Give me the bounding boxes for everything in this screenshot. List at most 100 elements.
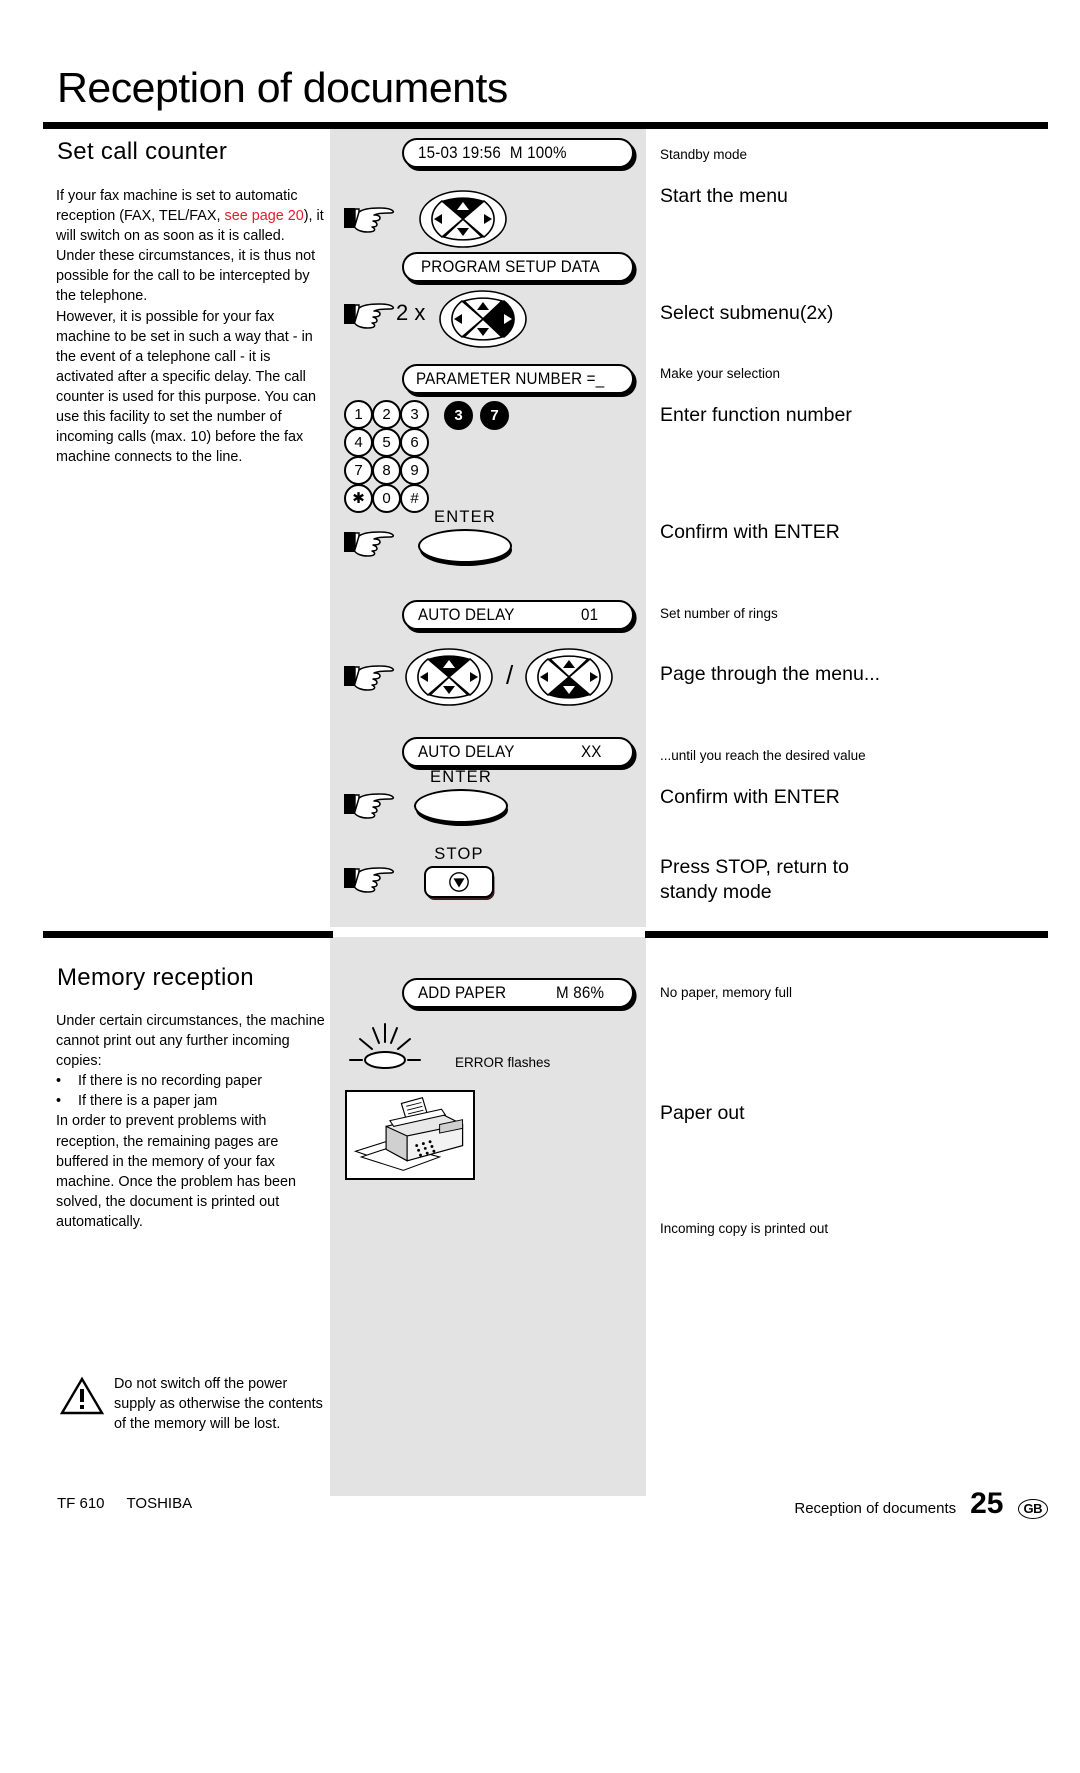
lcd-text-value: XX [581, 742, 602, 761]
manual-page: Reception of documents Set call counter … [0, 0, 1080, 1773]
caption-standby-mode: Standby mode [660, 147, 748, 162]
title-divider [43, 122, 1048, 129]
navigation-pad-icon-right[interactable] [438, 288, 528, 350]
caption-paper-out: Paper out [660, 1102, 745, 1124]
lcd-text: 15-03 19:56 M 100% [418, 143, 567, 162]
lcd-display-auto-delay-01: AUTO DELAY 01 [402, 600, 634, 630]
footer-region-badge: GB [1017, 1499, 1048, 1519]
pointing-hand-icon [344, 788, 396, 820]
footer-brand: TOSHIBA [126, 1495, 193, 1512]
page-reference-link[interactable]: see page 20 [225, 208, 304, 224]
footer-model: TF 610 [57, 1495, 105, 1512]
highlighted-key-3[interactable]: 3 [444, 401, 473, 430]
illustration-band-lower [330, 937, 646, 1496]
list-item-label: If there is a paper jam [78, 1093, 218, 1110]
keypad-row: 1 2 3 [344, 400, 429, 429]
lcd-text-value: M 86% [555, 983, 605, 1002]
caption-error-flashes: ERROR flashes [455, 1055, 551, 1070]
paragraph: Under certain circumstances, the machine… [56, 1013, 325, 1070]
key-star[interactable]: ✱ [344, 484, 373, 513]
list-item-label: If there is no recording paper [78, 1073, 262, 1090]
paragraph: If your fax machine is set to automatic … [56, 186, 326, 307]
bullet-dot: • [56, 1093, 62, 1110]
pointing-hand-icon [344, 862, 396, 894]
keypad-row: 4 5 6 [344, 428, 429, 457]
caption-set-number-of-rings: Set number of rings [660, 606, 778, 621]
lcd-display-parameter-number: PARAMETER NUMBER =_ [402, 364, 634, 394]
list-item: • If there is no recording paper [56, 1071, 326, 1091]
warning-triangle-icon [59, 1376, 105, 1416]
keypad-row: 7 8 9 [344, 456, 429, 485]
highlighted-key-7[interactable]: 7 [480, 401, 509, 430]
pointing-hand-icon [344, 202, 396, 234]
key-9[interactable]: 9 [400, 456, 429, 485]
keypad-row: ✱ 0 # [344, 484, 429, 513]
section-body-memory-reception: Under certain circumstances, the machine… [56, 1011, 326, 1232]
warning-text: Do not switch off the power supply as ot… [114, 1376, 323, 1433]
section-divider-right [645, 931, 1048, 938]
caption-until-desired-value: ...until you reach the desired value [660, 748, 866, 763]
numeric-keypad[interactable]: 1 2 3 4 5 6 7 8 9 ✱ 0 # [344, 400, 429, 513]
caption-make-your-selection: Make your selection [660, 366, 781, 381]
stop-button-label: STOP [434, 845, 484, 863]
paragraph: However, it is possible for your fax mac… [56, 308, 317, 466]
repeat-count-label: 2 x [396, 300, 426, 325]
fax-machine-illustration [345, 1090, 475, 1180]
caption-confirm-with-enter-1: Confirm with ENTER [660, 521, 840, 543]
lcd-display-add-paper: ADD PAPER M 86% [402, 978, 634, 1008]
lcd-text: PROGRAM SETUP DATA [420, 257, 600, 276]
section-heading-memory-reception: Memory reception [57, 964, 254, 991]
enter-button-label: ENTER [430, 768, 492, 786]
lcd-display-program-setup: PROGRAM SETUP DATA [402, 252, 634, 282]
navigation-pad-icon[interactable] [418, 188, 508, 250]
lcd-text: PARAMETER NUMBER =_ [415, 369, 604, 388]
footer-right: Reception of documents 25 GB [794, 1487, 1048, 1521]
pointing-hand-icon [344, 660, 396, 692]
list-item: • If there is a paper jam [56, 1091, 326, 1111]
section-heading-set-call-counter: Set call counter [57, 138, 228, 165]
lcd-text-value: 01 [581, 605, 599, 624]
key-4[interactable]: 4 [344, 428, 373, 457]
key-7[interactable]: 7 [344, 456, 373, 485]
enter-button[interactable] [414, 789, 508, 823]
caption-no-paper-memory-full: No paper, memory full [660, 985, 793, 1000]
footer-left: TF 610 TOSHIBA [57, 1495, 192, 1512]
lcd-text-label: AUTO DELAY [418, 742, 515, 761]
key-6[interactable]: 6 [400, 428, 429, 457]
enter-button-group-1[interactable]: ENTER [418, 508, 512, 563]
enter-button-group-2[interactable]: ENTER [414, 768, 508, 823]
bullet-dot: • [56, 1073, 62, 1090]
navigation-pad-icon-up[interactable] [404, 646, 494, 708]
stop-button[interactable] [424, 866, 494, 898]
footer-page-number: 25 [970, 1487, 1004, 1520]
caption-press-stop: Press STOP, return to standy mode [660, 856, 849, 903]
page-title: Reception of documents [57, 64, 508, 111]
key-0[interactable]: 0 [372, 484, 401, 513]
pointing-hand-icon [344, 298, 396, 330]
enter-button[interactable] [418, 529, 512, 563]
lcd-text-label: AUTO DELAY [418, 605, 515, 624]
separator-slash: / [506, 660, 514, 690]
footer-section-title: Reception of documents [794, 1500, 957, 1517]
bullet-list: • If there is no recording paper • If th… [56, 1071, 326, 1111]
caption-start-the-menu: Start the menu [660, 185, 788, 207]
key-1[interactable]: 1 [344, 400, 373, 429]
enter-button-label: ENTER [434, 508, 496, 526]
key-5[interactable]: 5 [372, 428, 401, 457]
caption-confirm-with-enter-2: Confirm with ENTER [660, 786, 840, 808]
caption-page-through-the-menu: Page through the menu... [660, 663, 881, 685]
paragraph: In order to prevent problems with recept… [56, 1113, 296, 1230]
stop-symbol-icon [449, 872, 469, 892]
section-body-set-call-counter: If your fax machine is set to automatic … [56, 186, 326, 467]
key-3[interactable]: 3 [400, 400, 429, 429]
key-8[interactable]: 8 [372, 456, 401, 485]
navigation-pad-icon-down[interactable] [524, 646, 614, 708]
lcd-display-auto-delay-xx: AUTO DELAY XX [402, 737, 634, 767]
lcd-display-standby: 15-03 19:56 M 100% [402, 138, 634, 168]
caption-select-submenu: Select submenu(2x) [660, 302, 834, 324]
pointing-hand-icon [344, 526, 396, 558]
key-2[interactable]: 2 [372, 400, 401, 429]
stop-button-group[interactable]: STOP [424, 845, 494, 898]
caption-enter-function-number: Enter function number [660, 404, 852, 426]
flashing-led-icon [342, 1022, 428, 1072]
